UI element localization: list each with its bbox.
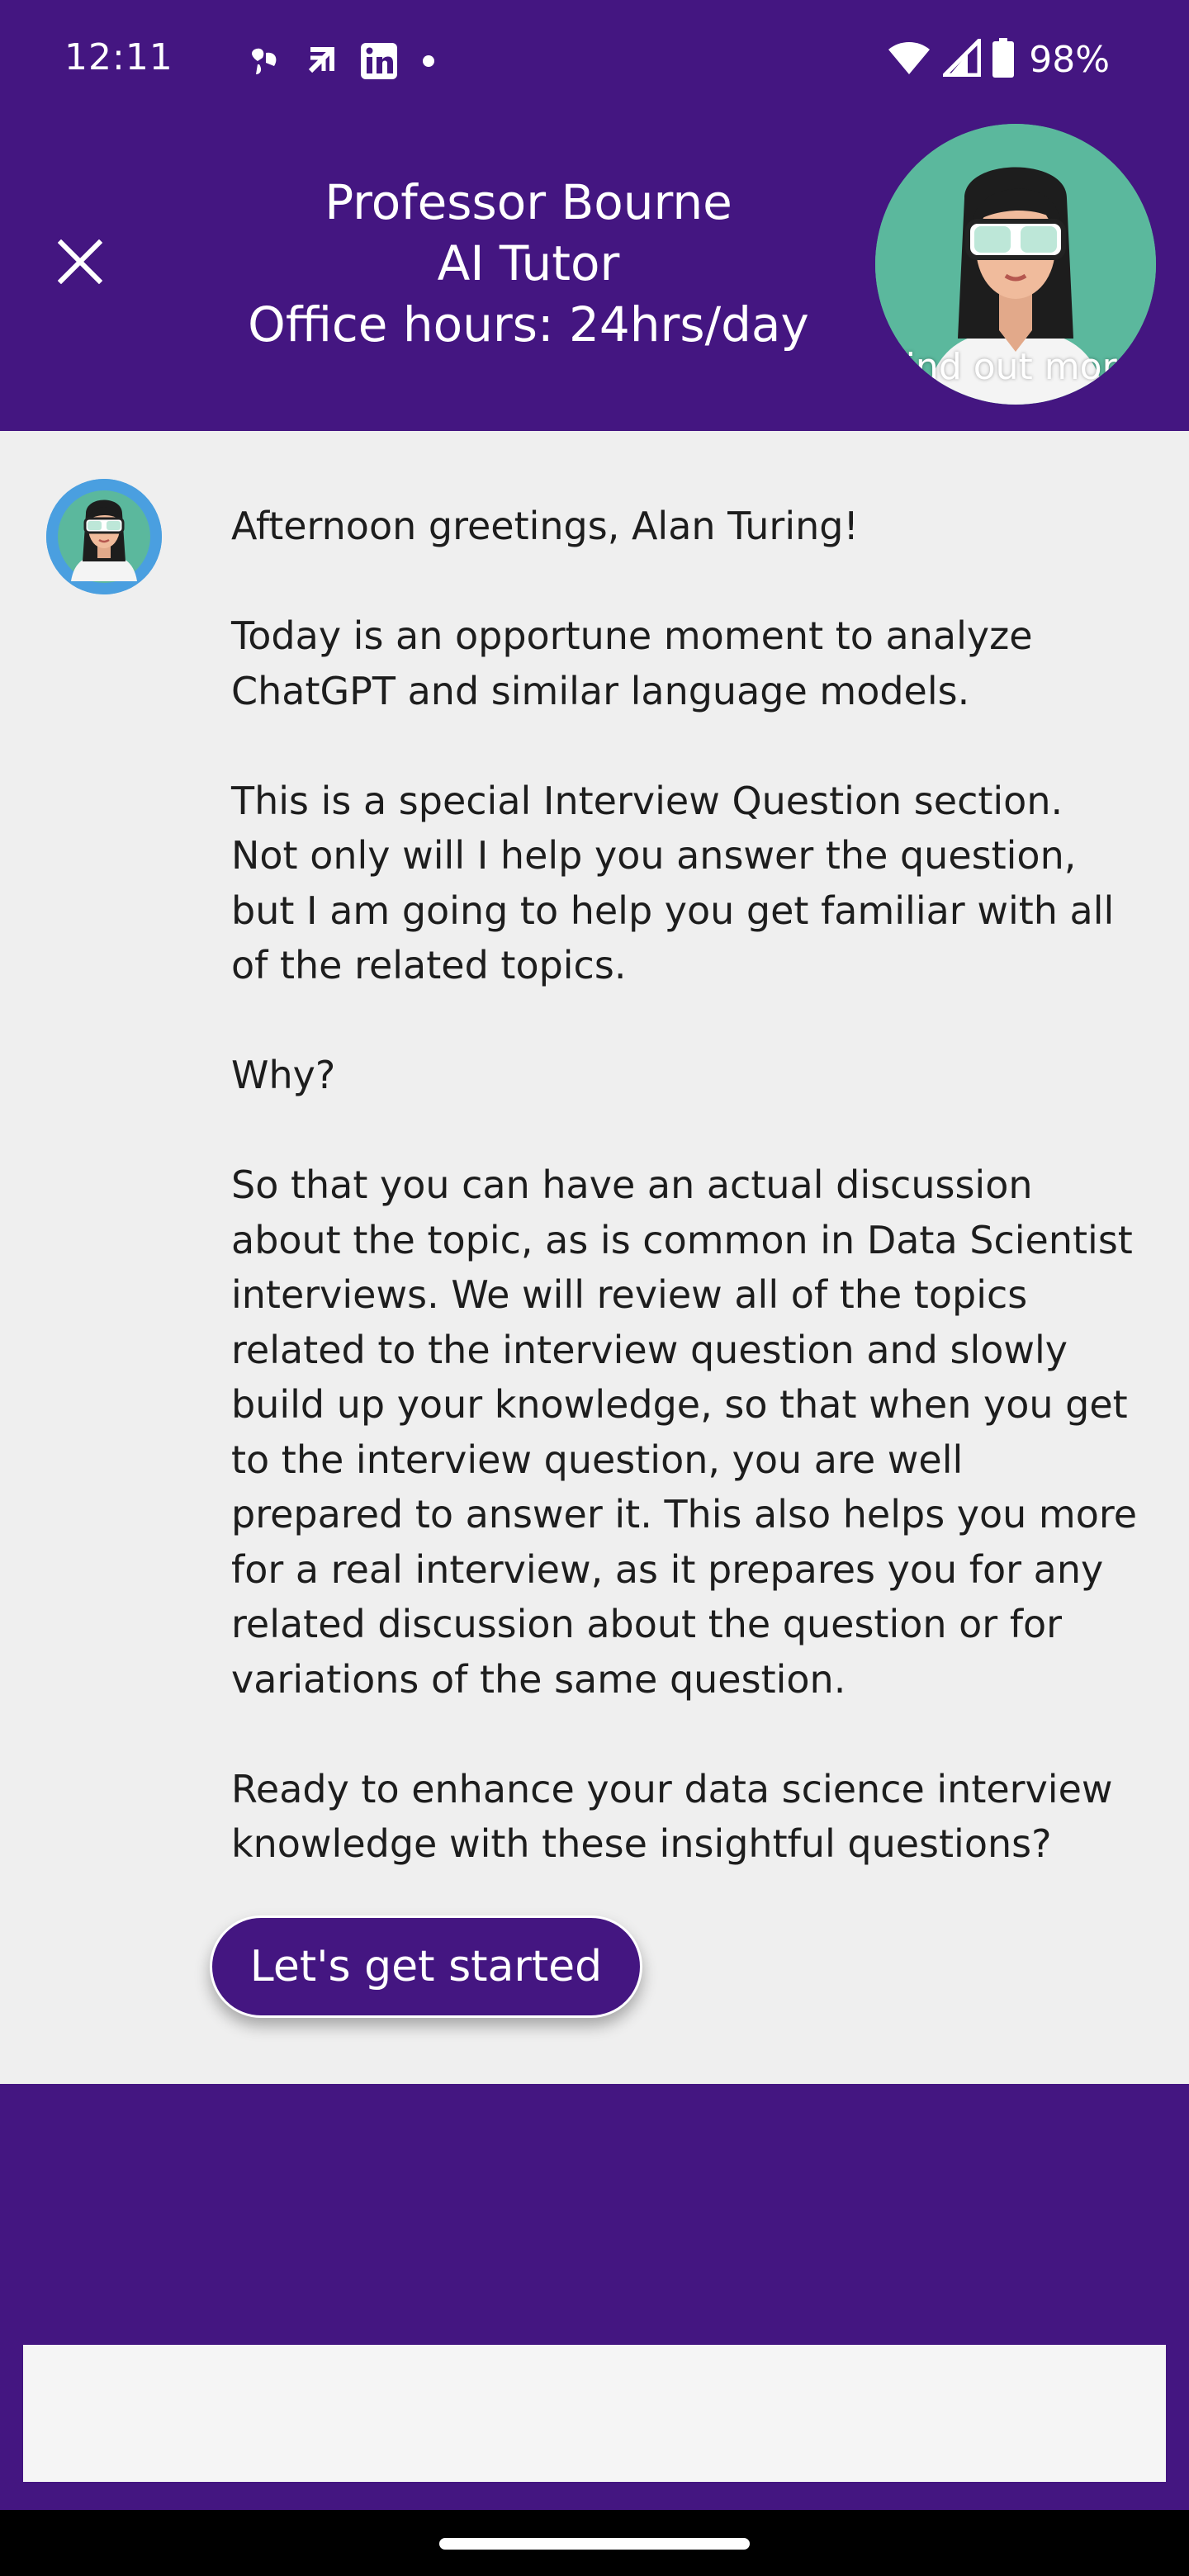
tutor-name: Professor Bourne bbox=[324, 174, 732, 230]
battery-icon bbox=[992, 37, 1015, 82]
status-time: 12:11 bbox=[64, 36, 173, 78]
wifi-icon bbox=[887, 40, 931, 80]
battery-percentage: 98% bbox=[1029, 38, 1110, 81]
tutor-role: AI Tutor bbox=[437, 235, 620, 291]
input-area bbox=[0, 2084, 1189, 2510]
lets-get-started-button[interactable]: Let's get started bbox=[210, 1915, 642, 2018]
system-icons: 98% bbox=[887, 35, 1110, 83]
header-title: Professor Bourne AI Tutor Office hours: … bbox=[198, 172, 859, 355]
status-bar: 12:11 98% bbox=[0, 0, 1189, 124]
message-greeting: Afternoon greetings, Alan Turing! bbox=[231, 504, 859, 548]
tutor-message: Afternoon greetings, Alan Turing! Today … bbox=[231, 499, 1139, 1872]
dot-icon bbox=[421, 54, 436, 73]
tutor-avatar-small-image bbox=[46, 479, 162, 594]
find-out-more-label: find out more bbox=[893, 346, 1139, 388]
home-gesture-handle[interactable] bbox=[439, 2538, 750, 2550]
message-prompt: Ready to enhance your data science inter… bbox=[231, 1766, 1113, 1867]
signal-icon bbox=[940, 35, 982, 81]
office-hours: Office hours: 24hrs/day bbox=[248, 296, 809, 353]
message-intro: Today is an opportune moment to analyze … bbox=[231, 613, 1033, 713]
tutor-avatar-find-out-more[interactable]: find out more bbox=[875, 124, 1156, 405]
close-button[interactable] bbox=[50, 231, 111, 292]
pinwheel-icon bbox=[246, 45, 282, 82]
arrow-icon bbox=[304, 45, 337, 82]
close-icon bbox=[58, 239, 102, 284]
tutor-header: Professor Bourne AI Tutor Office hours: … bbox=[0, 124, 1189, 431]
message-section-info: This is a special Interview Question sec… bbox=[231, 778, 1115, 988]
message-explanation: So that you can have an actual discussio… bbox=[231, 1163, 1138, 1702]
chat-area: Afternoon greetings, Alan Turing! Today … bbox=[0, 431, 1189, 2084]
message-input[interactable] bbox=[23, 2345, 1166, 2482]
notification-icons bbox=[246, 40, 436, 86]
navigation-bar bbox=[0, 2510, 1189, 2576]
tutor-avatar-small bbox=[46, 479, 162, 594]
linkedin-icon bbox=[358, 40, 400, 86]
message-why: Why? bbox=[231, 1053, 336, 1097]
